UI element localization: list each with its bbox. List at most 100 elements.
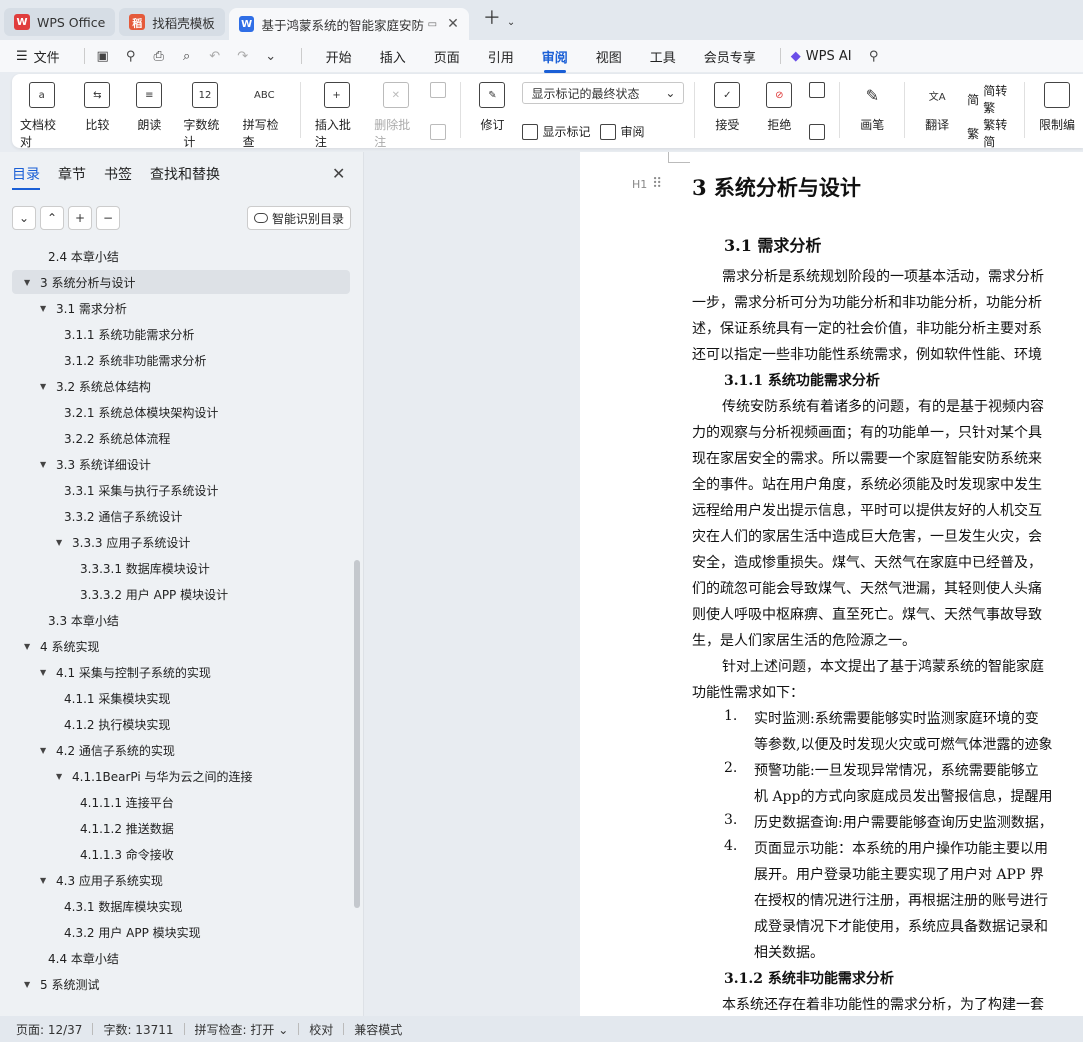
collapse-icon[interactable]: ⌃ (40, 206, 64, 230)
page-indicator[interactable]: 页面: 12/37 (16, 1021, 82, 1038)
toc-item[interactable]: ▼ 4 系统实现 (0, 634, 350, 658)
word-count-button[interactable]: 12 字数统计 (183, 82, 226, 150)
chevron-down-icon[interactable]: ⌄ (263, 48, 279, 64)
search-icon[interactable]: ⚲ (866, 48, 882, 64)
menu-tab-view[interactable]: 视图 (596, 47, 622, 66)
drag-handle-icon[interactable]: ⠿ (652, 176, 662, 192)
toc-item[interactable]: ▼ 3.3.3 应用子系统设计 (0, 530, 350, 554)
caret-down-icon[interactable]: ▼ (40, 304, 52, 313)
prev-comment-button[interactable] (429, 82, 450, 98)
delete-comment-button[interactable]: ✕ 删除批注 (374, 82, 417, 150)
tab-current-document[interactable]: W 基于鸿蒙系统的智能家庭安防 ▭ ✕ (228, 8, 469, 40)
caret-down-icon[interactable]: ▼ (24, 980, 36, 989)
toc-item[interactable]: 3.3.1 采集与执行子系统设计 (0, 478, 350, 502)
toc-item[interactable]: 4.4 本章小结 (0, 946, 350, 970)
caret-down-icon[interactable]: ▼ (56, 772, 68, 781)
close-panel-icon[interactable]: ✕ (332, 164, 345, 183)
undo-icon[interactable]: ↶ (207, 48, 223, 64)
menu-tab-tools[interactable]: 工具 (650, 47, 676, 66)
caret-down-icon[interactable]: ▼ (24, 278, 36, 287)
markup-display-select[interactable]: 显示标记的最终状态 ⌄ (522, 82, 685, 104)
toc-item[interactable]: 3.1.2 系统非功能需求分析 (0, 348, 350, 372)
toc-item[interactable]: 4.3.1 数据库模块实现 (0, 894, 350, 918)
toc-item[interactable]: ▼ 4.2 通信子系统的实现 (0, 738, 350, 762)
toc-item[interactable]: 4.1.1.3 命令接收 (0, 842, 350, 866)
word-count[interactable]: 字数: 13711 (103, 1021, 173, 1038)
new-tab-icon[interactable]: ＋ (483, 4, 501, 30)
add-level-icon[interactable]: + (68, 206, 92, 230)
compare-button[interactable]: ⇆ 比较 (79, 82, 115, 133)
caret-down-icon[interactable]: ▼ (40, 746, 52, 755)
tab-wps-office[interactable]: W WPS Office (4, 8, 116, 36)
nav-tab-find-replace[interactable]: 查找和替换 (150, 164, 220, 184)
redo-icon[interactable]: ↷ (235, 48, 251, 64)
proofread-status[interactable]: 校对 (309, 1021, 333, 1038)
restrict-editing-button[interactable]: 限制编 (1039, 82, 1075, 133)
toc-item[interactable]: ▼ 4.1 采集与控制子系统的实现 (0, 660, 350, 684)
caret-down-icon[interactable]: ▼ (40, 382, 52, 391)
toc-item[interactable]: 3.1.1 系统功能需求分析 (0, 322, 350, 346)
pen-button[interactable]: ✎ 画笔 (854, 82, 890, 133)
next-change-button[interactable] (809, 124, 829, 140)
smart-toc-button[interactable]: 智能识别目录 (247, 206, 352, 230)
close-tab-icon[interactable]: ✕ (447, 16, 459, 32)
accept-button[interactable]: ✓ 接受 (709, 82, 745, 133)
print-icon[interactable]: ⎙ (151, 48, 167, 64)
review-pane-button[interactable]: 审阅 (600, 123, 644, 140)
nav-tab-bookmarks[interactable]: 书签 (104, 164, 132, 184)
simp-to-trad-button[interactable]: 简简转繁 (967, 82, 1014, 116)
trad-to-simp-button[interactable]: 繁繁转简 (967, 116, 1014, 150)
toc-item[interactable]: 2.4 本章小结 (0, 244, 350, 268)
menu-tab-page[interactable]: 页面 (434, 47, 460, 66)
toc-item[interactable]: 4.1.1.2 推送数据 (0, 816, 350, 840)
caret-down-icon[interactable]: ▼ (40, 668, 52, 677)
toc-item[interactable]: 3.3.3.1 数据库模块设计 (0, 556, 350, 580)
toc-item[interactable]: 4.1.2 执行模块实现 (0, 712, 350, 736)
track-changes-button[interactable]: ✎ 修订 (474, 82, 510, 133)
toc-item[interactable]: ▼ 3.3 系统详细设计 (0, 452, 350, 476)
menu-tab-references[interactable]: 引用 (488, 47, 514, 66)
toc-item[interactable]: ▼ 5 系统测试 (0, 972, 350, 996)
remove-level-icon[interactable]: − (96, 206, 120, 230)
toc-item[interactable]: ▼ 4.3 应用子系统实现 (0, 868, 350, 892)
wps-ai-button[interactable]: ◆ WPS AI (791, 49, 852, 64)
toc-item[interactable]: 3.3 本章小结 (0, 608, 350, 632)
nav-tab-toc[interactable]: 目录 (12, 164, 40, 190)
save-icon[interactable]: ▣ (95, 48, 111, 64)
toc-item[interactable]: ▼ 3.1 需求分析 (0, 296, 350, 320)
file-menu[interactable]: ☰ 文件 (16, 47, 60, 66)
caret-down-icon[interactable]: ▼ (40, 460, 52, 469)
caret-down-icon[interactable]: ▼ (56, 538, 68, 547)
next-comment-button[interactable] (429, 124, 450, 140)
prev-change-button[interactable] (809, 82, 829, 98)
print-preview-icon[interactable]: ⌕ (179, 48, 195, 64)
share-icon[interactable]: ⚲ (123, 48, 139, 64)
menu-tab-home[interactable]: 开始 (326, 47, 352, 66)
caret-down-icon[interactable]: ▼ (40, 876, 52, 885)
spell-check-button[interactable]: ABC 拼写检查 (243, 82, 286, 150)
reject-button[interactable]: ⊘ 拒绝 (761, 82, 797, 133)
expand-icon[interactable]: ⌄ (12, 206, 36, 230)
spell-check-status[interactable]: 拼写检查: 打开 ⌄ (195, 1021, 289, 1038)
menu-tab-member[interactable]: 会员专享 (704, 47, 756, 66)
nav-tab-sections[interactable]: 章节 (58, 164, 86, 184)
insert-comment-button[interactable]: + 插入批注 (315, 82, 358, 150)
read-aloud-button[interactable]: ≡ 朗读 (131, 82, 167, 133)
toc-scrollbar[interactable] (354, 560, 360, 908)
doc-proof-button[interactable]: a 文档校对 (20, 82, 63, 150)
toc-item[interactable]: 3.2.2 系统总体流程 (0, 426, 350, 450)
chevron-down-icon[interactable]: ⌄ (507, 17, 515, 28)
toc-item[interactable]: ▼ 4.1.1BearPi 与华为云之间的连接 (0, 764, 350, 788)
tab-docer-templates[interactable]: 稻 找稻壳模板 (119, 8, 225, 36)
caret-down-icon[interactable]: ▼ (24, 642, 36, 651)
menu-tab-insert[interactable]: 插入 (380, 47, 406, 66)
toc-item[interactable]: 4.3.2 用户 APP 模块实现 (0, 920, 350, 944)
show-markup-button[interactable]: 显示标记 (522, 123, 590, 140)
toc-item[interactable]: 3.3.3.2 用户 APP 模块设计 (0, 582, 350, 606)
translate-button[interactable]: 文A 翻译 (919, 82, 955, 133)
toc-item[interactable]: 3.3.2 通信子系统设计 (0, 504, 350, 528)
toc-item[interactable]: 4.1.1.1 连接平台 (0, 790, 350, 814)
toc-item[interactable]: ▼ 3.2 系统总体结构 (0, 374, 350, 398)
toc-item[interactable]: ▼ 3 系统分析与设计 (12, 270, 350, 294)
menu-tab-review[interactable]: 审阅 (542, 47, 568, 73)
